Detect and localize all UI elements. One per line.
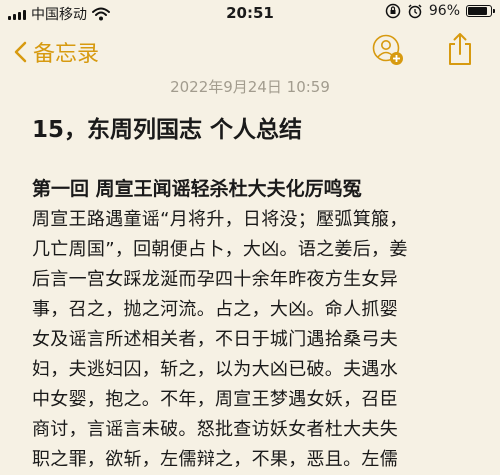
share-icon[interactable]	[447, 32, 473, 66]
note-line: 中女婴，抱之。不年，周宣王梦遇女妖，召臣	[32, 389, 398, 410]
note-body[interactable]: 周宣王路遇童谣“月将升，日将没；壓弧箕箙， 几亡周国”，回朝便占卜，大凶。语之姜…	[32, 205, 408, 475]
alarm-icon	[408, 4, 422, 19]
note-line: 事，召之，抛之河流。占之，大凶。命人抓婴	[32, 299, 398, 320]
back-chevron-icon	[14, 41, 27, 63]
back-button[interactable]: 备忘录	[14, 36, 99, 68]
battery-fill	[468, 7, 487, 15]
status-right: 96%	[385, 3, 495, 19]
note-line: 女及谣言所述相关者，不日于城门遇拾桑弓夫	[32, 329, 398, 350]
battery-percent: 96%	[428, 3, 460, 19]
note-line: 几亡周国”，回朝便占卜，大凶。语之姜后，姜	[32, 239, 408, 260]
add-person-icon[interactable]	[372, 34, 404, 66]
battery-icon	[466, 5, 495, 17]
note-line: 后言一宫女踩龙涎而孕四十余年昨夜方生女异	[32, 269, 398, 290]
back-label: 备忘录	[33, 42, 100, 67]
note-line: 周宣王路遇童谣“月将升，日将没；壓弧箕箙，	[32, 209, 408, 230]
note-line: 妇，夫逃妇囚，斩之，以为大凶已破。夫遇水	[32, 359, 398, 380]
status-bar: 中国移动 20:51 96%	[0, 0, 500, 28]
note-line: 职之罪，欲斩，左儒辩之，不果，恶且。左儒	[32, 449, 398, 470]
nav-bar: 备忘录	[0, 28, 500, 74]
screen-lock-icon	[385, 3, 401, 19]
note-title[interactable]: 15，东周列国志 个人总结	[32, 110, 302, 144]
chapter-heading[interactable]: 第一回 周宣王闻谣轻杀杜大夫化厉鸣冤	[32, 174, 362, 201]
note-date: 2022年9月24日 10:59	[170, 78, 330, 96]
note-line: 商讨，言谣言未破。怒批查访妖女者杜大夫失	[32, 419, 398, 440]
